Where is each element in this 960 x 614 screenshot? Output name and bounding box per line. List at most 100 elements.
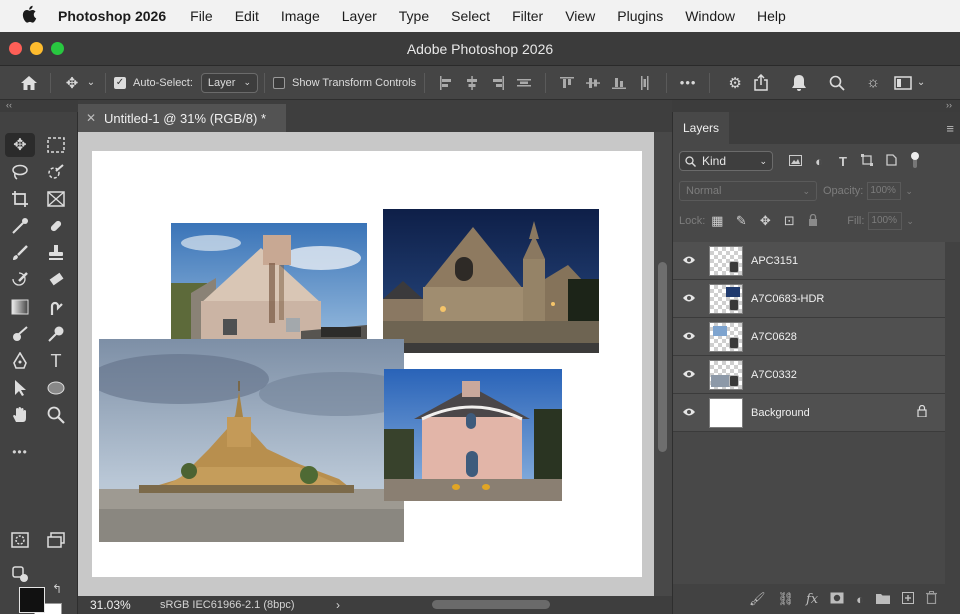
eye-icon[interactable] [673, 329, 705, 344]
panel-menu-icon[interactable]: ≡ [946, 121, 954, 136]
menu-app-name[interactable]: Photoshop 2026 [58, 8, 166, 24]
canvas-horizontal-scroll-thumb[interactable] [432, 600, 550, 609]
photo-pink-house[interactable] [384, 369, 562, 501]
align-right-icon[interactable] [485, 70, 511, 96]
eye-icon[interactable] [673, 291, 705, 306]
layer-name[interactable]: APC3151 [751, 255, 798, 267]
workspace-icon[interactable] [890, 70, 916, 96]
type-tool-icon[interactable]: T [41, 349, 71, 373]
screen-mode-icon[interactable] [41, 528, 71, 552]
lock-all-icon[interactable] [801, 213, 825, 229]
artboard-tool-icon[interactable] [5, 562, 35, 586]
marquee-tool-icon[interactable] [41, 133, 71, 157]
share-icon[interactable] [748, 70, 774, 96]
filter-pixel-icon[interactable] [783, 154, 807, 169]
photo-church-dusk[interactable] [383, 209, 599, 353]
auto-select-dropdown[interactable]: Layer ⌄ [200, 72, 258, 93]
apple-icon[interactable] [0, 5, 58, 28]
canvas-vertical-scrollbar[interactable] [654, 132, 672, 596]
edit-toolbar-icon[interactable]: ••• [5, 440, 35, 464]
chevron-down-icon[interactable]: ⌄ [905, 186, 913, 197]
close-tab-icon[interactable]: ✕ [78, 111, 104, 125]
crop-tool-icon[interactable] [5, 187, 35, 211]
document-tab[interactable]: ✕ Untitled-1 @ 31% (RGB/8) * [78, 104, 286, 132]
layer-name[interactable]: A7C0683-HDR [751, 293, 824, 305]
zoom-level[interactable]: 31.03% [78, 598, 148, 612]
tab-layers[interactable]: Layers [673, 112, 729, 144]
align-bottom-icon[interactable] [606, 70, 632, 96]
lock-transparent-pixels-icon[interactable]: ▦ [705, 213, 729, 229]
layer-name[interactable]: Background [751, 407, 810, 419]
collapse-panels-icon[interactable]: ›› [946, 100, 952, 110]
menu-image[interactable]: Image [281, 8, 320, 24]
distribute-icon[interactable] [511, 70, 537, 96]
lock-position-icon[interactable]: ✥ [753, 213, 777, 229]
collapse-tools-icon[interactable]: ‹‹ [6, 100, 12, 110]
new-layer-icon[interactable] [902, 591, 914, 607]
smudge-tool-icon[interactable] [41, 295, 71, 319]
menu-plugins[interactable]: Plugins [617, 8, 663, 24]
layer-row[interactable]: A7C0683-HDR [673, 280, 945, 318]
lasso-tool-icon[interactable] [5, 160, 35, 184]
fill-field[interactable]: 100% [868, 212, 903, 230]
lock-image-pixels-icon[interactable]: ✎ [729, 213, 753, 229]
status-menu-arrow-icon[interactable]: › [336, 598, 340, 612]
maximize-window-button[interactable] [51, 42, 64, 55]
document-canvas[interactable] [92, 151, 642, 577]
pen-tool-icon[interactable] [5, 349, 35, 373]
chevron-down-icon[interactable]: ⌄ [916, 70, 926, 96]
photo-mont-saint-michel[interactable] [99, 339, 404, 542]
lightbulb-icon[interactable]: ☼ [860, 70, 886, 96]
more-options-icon[interactable]: ••• [675, 70, 701, 96]
lock-artboard-icon[interactable]: ⊡ [777, 213, 801, 229]
menu-layer[interactable]: Layer [342, 8, 377, 24]
canvas-vertical-scroll-thumb[interactable] [658, 262, 667, 452]
gradient-tool-icon[interactable] [5, 295, 35, 319]
notification-bell-icon[interactable] [786, 70, 812, 96]
home-icon[interactable] [16, 70, 42, 96]
lock-icon[interactable] [917, 404, 927, 420]
menu-filter[interactable]: Filter [512, 8, 543, 24]
layer-row[interactable]: A7C0332 [673, 356, 945, 394]
stamp-tool-icon[interactable] [41, 241, 71, 265]
menu-view[interactable]: View [565, 8, 595, 24]
trash-icon[interactable] [926, 591, 937, 607]
eyedropper-tool-icon[interactable] [5, 214, 35, 238]
chevron-down-icon[interactable]: ⌄ [85, 70, 97, 96]
adjustment-layer-icon[interactable]: ◐ [856, 592, 864, 607]
eraser-tool-icon[interactable] [41, 268, 71, 292]
menu-window[interactable]: Window [685, 8, 735, 24]
link-layers-icon[interactable]: ⛓ [777, 591, 794, 607]
ellipse-tool-icon[interactable] [41, 376, 71, 400]
align-middle-icon[interactable] [580, 70, 606, 96]
layer-name[interactable]: A7C0628 [751, 331, 797, 343]
photo-house-gable[interactable] [171, 223, 367, 353]
new-group-icon[interactable] [876, 592, 890, 607]
eye-icon[interactable] [673, 367, 705, 382]
fx-icon[interactable]: fx [806, 592, 818, 607]
eye-icon[interactable] [673, 253, 705, 268]
show-transform-checkbox[interactable] [273, 76, 285, 89]
eye-icon[interactable] [673, 405, 705, 420]
search-icon[interactable] [824, 70, 850, 96]
align-left-icon[interactable] [433, 70, 459, 96]
layer-row[interactable]: A7C0628 [673, 318, 945, 356]
layer-filter-dropdown[interactable]: Kind ⌄ [679, 151, 773, 171]
spot-healing-tool-icon[interactable] [41, 214, 71, 238]
blend-mode-dropdown[interactable]: Normal ⌄ [679, 181, 817, 201]
blur-tool-icon[interactable] [41, 322, 71, 346]
brush-tool-icon[interactable] [5, 241, 35, 265]
align-center-icon[interactable] [459, 70, 485, 96]
foreground-color-swatch[interactable] [19, 587, 45, 613]
canvas-area[interactable] [78, 132, 654, 596]
layer-row-background[interactable]: Background [673, 394, 945, 432]
layer-name[interactable]: A7C0332 [751, 369, 797, 381]
menu-file[interactable]: File [190, 8, 213, 24]
menu-edit[interactable]: Edit [235, 8, 259, 24]
close-window-button[interactable] [9, 42, 22, 55]
gear-icon[interactable]: ⚙ [722, 70, 748, 96]
align-top-icon[interactable] [554, 70, 580, 96]
add-mask-icon[interactable] [830, 592, 844, 607]
hand-tool-icon[interactable] [5, 403, 35, 427]
move-tool-icon[interactable]: ✥ [5, 133, 35, 157]
